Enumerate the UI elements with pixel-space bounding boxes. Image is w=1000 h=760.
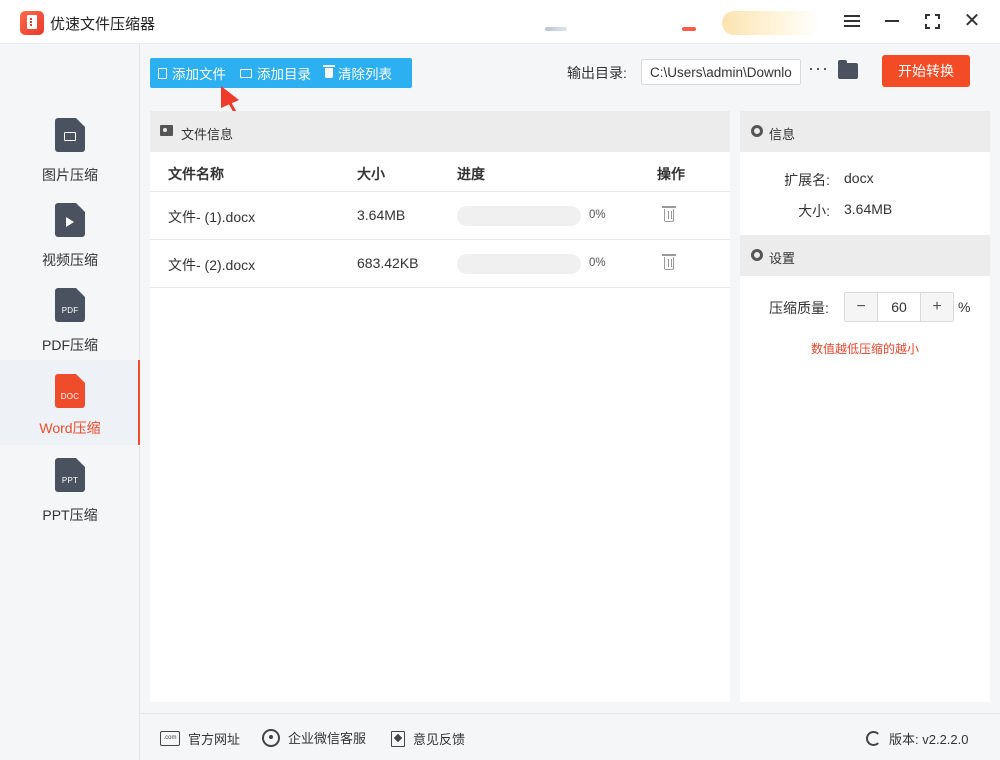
sidebar-item-label: Word压缩	[39, 420, 101, 436]
menu-button[interactable]	[840, 9, 864, 33]
file-size: 683.42KB	[357, 255, 419, 271]
app-title: 优速文件压缩器	[50, 16, 156, 33]
column-header-size: 大小	[357, 166, 385, 182]
sidebar-item-pdf[interactable]: PDF PDF压缩	[0, 280, 140, 365]
doc-file-icon: DOC	[55, 374, 85, 408]
progress-bar	[457, 254, 581, 274]
output-dir-label: 输出目录:	[567, 65, 627, 81]
delete-icon[interactable]	[662, 254, 676, 271]
ppt-file-icon: PPT	[55, 458, 85, 492]
folder-icon	[240, 68, 252, 78]
table-header: 文件名称 大小 进度 操作	[150, 152, 730, 192]
pdf-file-icon: PDF	[55, 288, 85, 322]
hamburger-icon	[844, 15, 860, 27]
ext-value: docx	[844, 170, 874, 186]
delete-icon[interactable]	[662, 206, 676, 223]
sidebar-item-label: PPT压缩	[42, 507, 98, 523]
sidebar-item-word[interactable]: DOC Word压缩	[0, 360, 140, 445]
title-bar: 优速文件压缩器 ✕	[0, 0, 1000, 44]
column-header-progress: 进度	[457, 166, 485, 182]
file-list-panel: 文件信息 文件名称 大小 进度 操作 文件- (1).docx 3.64MB 0…	[150, 111, 730, 702]
ext-label: 扩展名:	[784, 172, 830, 188]
progress-bar	[457, 206, 581, 226]
table-row[interactable]: 文件- (1).docx 3.64MB 0%	[150, 192, 730, 240]
quality-stepper: − +	[844, 292, 954, 322]
size-label: 大小:	[798, 203, 830, 219]
sidebar-item-video[interactable]: 视频压缩	[0, 195, 140, 280]
quality-hint: 数值越低压缩的越小	[810, 342, 919, 356]
details-panel: 信息 扩展名: docx 大小: 3.64MB 设置 压缩质量: − + % 数…	[740, 111, 990, 702]
percent-unit: %	[958, 299, 971, 315]
video-file-icon	[55, 203, 85, 237]
table-row[interactable]: 文件- (2).docx 683.42KB 0%	[150, 240, 730, 288]
close-button[interactable]: ✕	[960, 9, 984, 33]
quality-input[interactable]	[877, 293, 921, 321]
version-info[interactable]: 版本: v2.2.2.0	[866, 729, 968, 748]
website-link[interactable]: .com 官方网址	[160, 729, 240, 748]
gear-icon	[751, 125, 763, 137]
feedback-icon	[391, 730, 405, 747]
progress-percent: 0%	[589, 257, 606, 269]
sidebar-item-label: 图片压缩	[42, 167, 98, 183]
minimize-icon	[885, 20, 899, 22]
progress-percent: 0%	[589, 209, 606, 221]
settings-header: 设置	[740, 235, 990, 276]
image-file-icon	[55, 118, 85, 152]
file-name: 文件- (2).docx	[168, 257, 256, 273]
wechat-support-link[interactable]: 企业微信客服	[262, 728, 366, 747]
promo-banner-left[interactable]	[545, 27, 567, 31]
app-logo-icon	[20, 11, 44, 35]
maximize-icon	[924, 13, 940, 29]
sidebar-item-label: 视频压缩	[42, 252, 98, 268]
increase-button[interactable]: +	[921, 293, 953, 321]
trash-icon	[323, 65, 335, 78]
info-title: 信息	[769, 127, 796, 142]
start-convert-button[interactable]: 开始转换	[882, 55, 970, 87]
more-options-button[interactable]: ···	[808, 58, 829, 79]
image-icon	[160, 125, 173, 136]
promo-banner-dot[interactable]	[682, 27, 696, 31]
close-icon: ✕	[963, 10, 981, 32]
file-size: 3.64MB	[357, 207, 406, 223]
clear-list-button[interactable]: 清除列表	[323, 58, 392, 88]
wechat-icon	[262, 728, 280, 747]
decrease-button[interactable]: −	[845, 293, 877, 321]
column-header-name: 文件名称	[168, 166, 224, 182]
quality-label: 压缩质量:	[769, 300, 829, 316]
open-folder-icon[interactable]	[838, 60, 858, 79]
maximize-button[interactable]	[920, 9, 944, 33]
file-toolbar: 添加文件 添加目录 清除列表	[150, 58, 412, 88]
feedback-link[interactable]: 意见反馈	[391, 729, 465, 748]
output-dir-input[interactable]	[641, 59, 801, 85]
sidebar-item-image[interactable]: 图片压缩	[0, 110, 140, 195]
sidebar-item-ppt[interactable]: PPT PPT压缩	[0, 450, 140, 535]
minimize-button[interactable]	[880, 9, 904, 33]
info-header: 信息	[740, 111, 990, 152]
file-panel-title: 文件信息	[181, 127, 234, 142]
sidebar: 图片压缩 视频压缩 PDF PDF压缩 DOC Word压缩 PPT PPT压缩	[0, 44, 140, 760]
file-panel-header: 文件信息	[150, 111, 730, 152]
file-name: 文件- (1).docx	[168, 209, 256, 225]
sidebar-item-label: PDF压缩	[42, 337, 98, 353]
size-value: 3.64MB	[844, 201, 893, 217]
footer: .com 官方网址 企业微信客服 意见反馈 版本: v2.2.2.0	[140, 713, 1000, 760]
file-icon	[158, 67, 167, 79]
website-icon: .com	[160, 731, 180, 746]
settings-title: 设置	[769, 251, 796, 266]
refresh-icon	[866, 731, 881, 746]
promo-banner-pill[interactable]	[722, 11, 820, 35]
column-header-action: 操作	[657, 166, 685, 182]
gear-icon	[751, 249, 763, 261]
